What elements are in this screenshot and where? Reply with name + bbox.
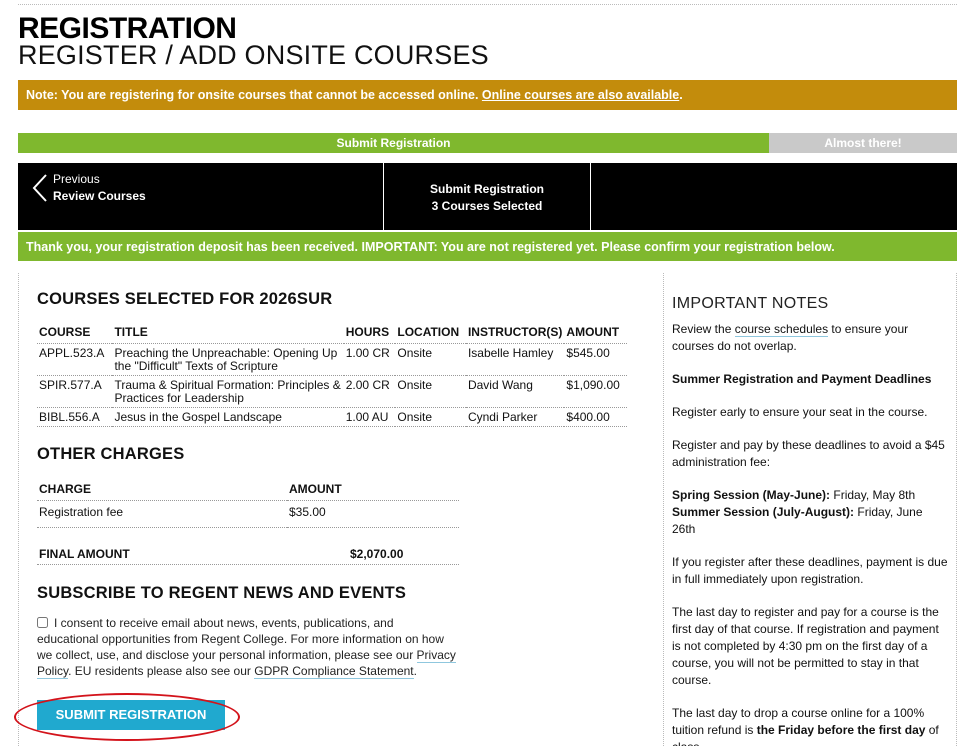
notes-paragraph: The last day to drop a course online for… [672, 705, 948, 746]
notes-bold-text: the Friday before the first day [756, 723, 926, 737]
course-code: BIBL.556.A [37, 407, 113, 427]
notes-paragraph: Review the course schedules to ensure yo… [672, 321, 948, 355]
column-header: HOURS [343, 323, 396, 344]
progress-remaining-segment: Almost there! [769, 133, 957, 153]
courses-header-row: COURSE TITLE HOURS LOCATION INSTRUCTOR(S… [37, 323, 627, 344]
course-hours: 1.00 CR [343, 343, 396, 376]
chevron-left-icon [32, 174, 47, 202]
other-charges-heading: OTHER CHARGES [37, 445, 185, 463]
page-subtitle: REGISTER / ADD ONSITE COURSES [18, 40, 489, 70]
consent-mid-text: . EU residents please also see our [68, 664, 255, 678]
final-amount-row: FINAL AMOUNT $2,070.00 [37, 543, 459, 565]
course-title: Trauma & Spiritual Formation: Principles… [112, 375, 344, 408]
registration-main: COURSES SELECTED FOR 2026SUR COURSE TITL… [14, 273, 643, 746]
course-schedules-link[interactable]: course schedules [734, 322, 829, 337]
charge-name: Registration fee [37, 500, 287, 528]
progress-bar: Submit Registration Almost there! [18, 133, 957, 153]
course-amount: $1,090.00 [564, 375, 627, 408]
notes-paragraph: The last day to register and pay for a c… [672, 605, 939, 687]
summer-session-label: Summer Session (July-August): [672, 505, 855, 519]
column-header: CHARGE [37, 480, 287, 501]
column-header: INSTRUCTOR(S) [465, 323, 565, 344]
submit-registration-button[interactable]: SUBMIT REGISTRATION [37, 700, 225, 730]
course-code: SPIR.577.A [37, 375, 113, 408]
previous-step-name: Review Courses [53, 189, 146, 203]
course-amount: $545.00 [564, 343, 627, 376]
course-title: Jesus in the Gospel Landscape [112, 407, 344, 427]
course-location: Onsite [395, 375, 466, 408]
consent-end-text: . [413, 664, 417, 678]
course-location: Onsite [395, 343, 466, 376]
current-step-count: 3 Courses Selected [431, 199, 543, 213]
deadlines-heading: Summer Registration and Payment Deadline… [672, 371, 948, 388]
previous-step-button[interactable]: Previous Review Courses [18, 163, 384, 230]
courses-table: COURSE TITLE HOURS LOCATION INSTRUCTOR(S… [37, 323, 627, 427]
notes-text: Review the [672, 322, 735, 336]
gdpr-statement-link[interactable]: GDPR Compliance Statement [254, 664, 414, 679]
course-location: Onsite [395, 407, 466, 427]
table-row: BIBL.556.A Jesus in the Gospel Landscape… [37, 407, 627, 427]
note-suffix: . [679, 88, 683, 102]
column-header: AMOUNT [287, 480, 459, 501]
charges-header-row: CHARGE AMOUNT [37, 480, 459, 501]
course-instructor: David Wang [465, 375, 565, 408]
online-courses-link[interactable]: Online courses are also available [482, 88, 679, 102]
spring-session-date: Friday, May 8th [830, 488, 916, 502]
previous-label: Previous [53, 172, 100, 186]
deadline-dates: Spring Session (May-June): Friday, May 8… [672, 487, 948, 538]
course-code: APPL.523.A [37, 343, 113, 376]
column-header: COURSE [37, 323, 113, 344]
top-divider [18, 4, 957, 5]
spring-session-label: Spring Session (May-June): [672, 488, 831, 502]
deadlines-heading-text: Summer Registration and Payment Deadline… [672, 372, 932, 386]
step-navigation: Previous Review Courses Submit Registrat… [18, 163, 957, 230]
table-row: APPL.523.A Preaching the Unpreachable: O… [37, 343, 627, 376]
current-step-title: Submit Registration [429, 182, 544, 196]
subscribe-heading: SUBSCRIBE TO REGENT NEWS AND EVENTS [37, 584, 407, 602]
next-step-placeholder [591, 163, 957, 230]
notes-paragraph: If you register after these deadlines, p… [672, 555, 948, 586]
consent-text: I consent to receive email about news, e… [37, 616, 444, 662]
course-instructor: Cyndi Parker [465, 407, 565, 427]
important-notes-panel: IMPORTANT NOTES Review the course schedu… [663, 273, 957, 746]
courses-heading: COURSES SELECTED FOR 2026SUR [37, 290, 333, 308]
notes-paragraph: Register and pay by these deadlines to a… [672, 438, 945, 469]
charge-amount: $35.00 [287, 500, 459, 528]
column-header: LOCATION [395, 323, 466, 344]
consent-checkbox[interactable] [37, 617, 48, 628]
final-amount-label: FINAL AMOUNT [39, 547, 130, 561]
course-instructor: Isabelle Hamley [465, 343, 565, 376]
progress-current-segment: Submit Registration [18, 133, 769, 153]
table-row: Registration fee $35.00 [37, 500, 459, 528]
course-amount: $400.00 [564, 407, 627, 427]
column-header: TITLE [112, 323, 344, 344]
table-row: SPIR.577.A Trauma & Spiritual Formation:… [37, 375, 627, 408]
column-header: AMOUNT [564, 323, 627, 344]
note-text: Note: You are registering for onsite cou… [26, 88, 482, 102]
consent-block: I consent to receive email about news, e… [37, 615, 457, 679]
course-hours: 2.00 CR [343, 375, 396, 408]
notes-paragraph: Register early to ensure your seat in th… [672, 405, 928, 419]
course-hours: 1.00 AU [343, 407, 396, 427]
charges-table: CHARGE AMOUNT Registration fee $35.00 [37, 480, 459, 528]
notes-title: IMPORTANT NOTES [672, 295, 829, 312]
final-amount-value: $2,070.00 [350, 547, 404, 561]
deposit-success-banner: Thank you, your registration deposit has… [18, 232, 957, 261]
onsite-note-banner: Note: You are registering for onsite cou… [18, 80, 957, 110]
course-title: Preaching the Unpreachable: Opening Up t… [112, 343, 344, 376]
current-step: Submit Registration 3 Courses Selected [384, 163, 591, 230]
